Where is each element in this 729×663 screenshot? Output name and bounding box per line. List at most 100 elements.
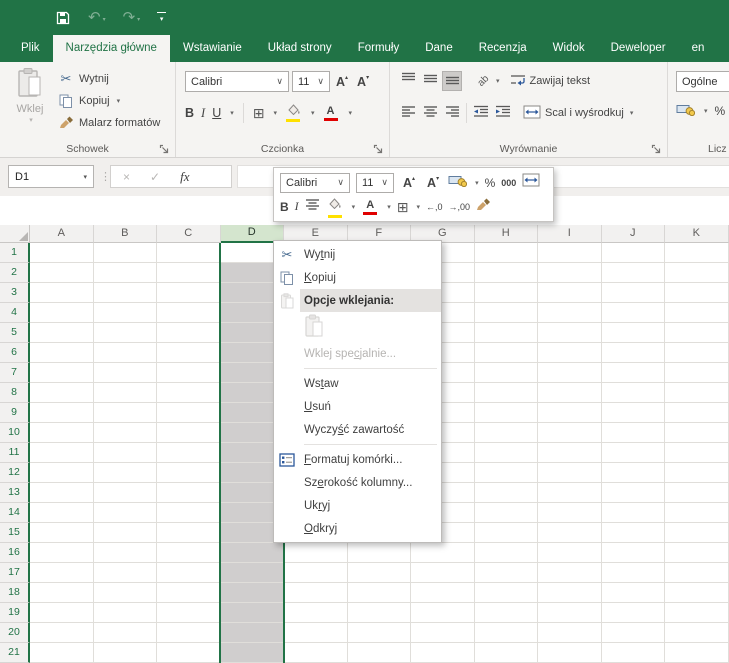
cell-A16[interactable] bbox=[30, 543, 94, 563]
cell-E16[interactable] bbox=[284, 543, 348, 563]
insert-function-button[interactable]: fx bbox=[180, 169, 189, 185]
cell-J6[interactable] bbox=[602, 343, 666, 363]
row-header-11[interactable]: 11 bbox=[0, 443, 30, 463]
font-color-dropdown-icon[interactable]: ▾ bbox=[349, 109, 353, 117]
cell-C11[interactable] bbox=[157, 443, 221, 463]
tab-uklad-strony[interactable]: Układ strony bbox=[255, 35, 345, 62]
cell-J16[interactable] bbox=[602, 543, 666, 563]
column-header-J[interactable]: J bbox=[602, 225, 666, 243]
cell-H1[interactable] bbox=[475, 243, 539, 263]
font-name-combo[interactable]: Calibri∨ bbox=[185, 71, 289, 92]
cell-J10[interactable] bbox=[602, 423, 666, 443]
cell-H10[interactable] bbox=[475, 423, 539, 443]
cell-I5[interactable] bbox=[538, 323, 602, 343]
increase-indent-button[interactable] bbox=[493, 103, 513, 123]
cell-J3[interactable] bbox=[602, 283, 666, 303]
cell-A12[interactable] bbox=[30, 463, 94, 483]
cell-H16[interactable] bbox=[475, 543, 539, 563]
cell-J17[interactable] bbox=[602, 563, 666, 583]
mini-bold-button[interactable]: B bbox=[280, 200, 289, 214]
cell-K8[interactable] bbox=[665, 383, 729, 403]
cell-D18[interactable] bbox=[221, 583, 285, 603]
mini-merge-center-button[interactable] bbox=[522, 173, 540, 192]
cell-A6[interactable] bbox=[30, 343, 94, 363]
cell-E17[interactable] bbox=[284, 563, 348, 583]
wrap-text-button[interactable]: Zawijaj tekst bbox=[510, 73, 591, 90]
align-middle-button[interactable] bbox=[420, 71, 440, 91]
enter-icon[interactable]: ✓ bbox=[150, 170, 160, 184]
cell-B9[interactable] bbox=[94, 403, 158, 423]
cell-J9[interactable] bbox=[602, 403, 666, 423]
format-painter-button[interactable]: Malarz formatów bbox=[58, 114, 160, 131]
cell-C17[interactable] bbox=[157, 563, 221, 583]
row-header-17[interactable]: 17 bbox=[0, 563, 30, 583]
cell-C15[interactable] bbox=[157, 523, 221, 543]
cell-K18[interactable] bbox=[665, 583, 729, 603]
cell-D17[interactable] bbox=[221, 563, 285, 583]
cell-H7[interactable] bbox=[475, 363, 539, 383]
cell-J5[interactable] bbox=[602, 323, 666, 343]
cell-B13[interactable] bbox=[94, 483, 158, 503]
cell-B2[interactable] bbox=[94, 263, 158, 283]
decrease-indent-button[interactable] bbox=[471, 103, 491, 123]
cell-J18[interactable] bbox=[602, 583, 666, 603]
menu-item-odkryj[interactable]: Odkryj bbox=[274, 517, 441, 540]
row-header-9[interactable]: 9 bbox=[0, 403, 30, 423]
mini-align-center-button[interactable] bbox=[305, 198, 320, 216]
cell-H5[interactable] bbox=[475, 323, 539, 343]
tab-en[interactable]: en bbox=[679, 35, 718, 62]
cell-I12[interactable] bbox=[538, 463, 602, 483]
align-bottom-button[interactable] bbox=[442, 71, 462, 91]
cell-A19[interactable] bbox=[30, 603, 94, 623]
cell-I17[interactable] bbox=[538, 563, 602, 583]
cell-I18[interactable] bbox=[538, 583, 602, 603]
cell-A20[interactable] bbox=[30, 623, 94, 643]
cell-I7[interactable] bbox=[538, 363, 602, 383]
tab-recenzja[interactable]: Recenzja bbox=[466, 35, 540, 62]
undo-button[interactable]: ↶▾ bbox=[88, 10, 106, 25]
cell-K2[interactable] bbox=[665, 263, 729, 283]
cell-H12[interactable] bbox=[475, 463, 539, 483]
cell-J12[interactable] bbox=[602, 463, 666, 483]
cell-C4[interactable] bbox=[157, 303, 221, 323]
tab-deweloper[interactable]: Deweloper bbox=[598, 35, 679, 62]
cell-K19[interactable] bbox=[665, 603, 729, 623]
cell-C3[interactable] bbox=[157, 283, 221, 303]
cell-B3[interactable] bbox=[94, 283, 158, 303]
row-header-14[interactable]: 14 bbox=[0, 503, 30, 523]
cell-C10[interactable] bbox=[157, 423, 221, 443]
mini-borders-button[interactable]: ⊞ bbox=[397, 200, 409, 214]
cell-A9[interactable] bbox=[30, 403, 94, 423]
mini-font-color-button[interactable]: A bbox=[361, 199, 379, 215]
cell-E20[interactable] bbox=[284, 623, 348, 643]
mini-shrink-font-button[interactable]: A▾ bbox=[424, 176, 442, 190]
cell-C16[interactable] bbox=[157, 543, 221, 563]
tab-wstawianie[interactable]: Wstawianie bbox=[170, 35, 255, 62]
cell-H3[interactable] bbox=[475, 283, 539, 303]
cell-J1[interactable] bbox=[602, 243, 666, 263]
cell-A13[interactable] bbox=[30, 483, 94, 503]
cell-K13[interactable] bbox=[665, 483, 729, 503]
cell-H9[interactable] bbox=[475, 403, 539, 423]
mini-accounting-dropdown-icon[interactable]: ▾ bbox=[475, 179, 479, 187]
cell-K21[interactable] bbox=[665, 643, 729, 663]
cell-H2[interactable] bbox=[475, 263, 539, 283]
accounting-format-button[interactable] bbox=[676, 103, 695, 119]
cell-A21[interactable] bbox=[30, 643, 94, 663]
underline-button[interactable]: U bbox=[212, 106, 221, 120]
cell-F20[interactable] bbox=[348, 623, 412, 643]
column-header-H[interactable]: H bbox=[475, 225, 539, 243]
cell-B12[interactable] bbox=[94, 463, 158, 483]
font-dialog-launcher-icon[interactable] bbox=[373, 142, 385, 154]
mini-fill-color-button[interactable] bbox=[326, 196, 344, 218]
tab-plik[interactable]: Plik bbox=[8, 35, 53, 62]
grow-font-button[interactable]: A▴ bbox=[333, 75, 351, 89]
cell-I4[interactable] bbox=[538, 303, 602, 323]
row-header-1[interactable]: 1 bbox=[0, 243, 30, 263]
cell-C7[interactable] bbox=[157, 363, 221, 383]
align-left-button[interactable] bbox=[398, 103, 418, 123]
cell-B17[interactable] bbox=[94, 563, 158, 583]
cell-A4[interactable] bbox=[30, 303, 94, 323]
cell-K15[interactable] bbox=[665, 523, 729, 543]
cell-D19[interactable] bbox=[221, 603, 285, 623]
